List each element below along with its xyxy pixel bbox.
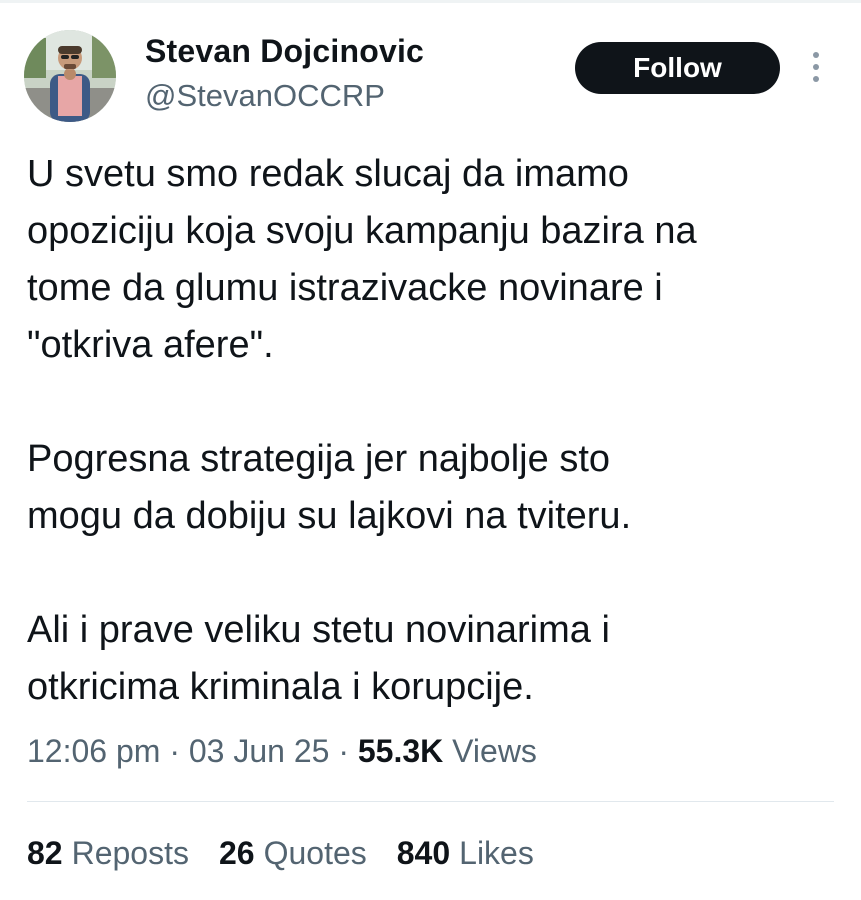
likes-stat[interactable]: 840 Likes (397, 835, 534, 872)
views-label: Views (452, 733, 537, 769)
likes-label: Likes (459, 835, 534, 871)
author-handle[interactable]: @StevanOCCRP (145, 78, 385, 114)
follow-button[interactable]: Follow (575, 42, 780, 94)
tweet-line: opoziciju koja svoju kampanju bazira na (27, 210, 697, 252)
tweet: Stevan Dojcinovic @StevanOCCRP Follow U … (0, 0, 861, 900)
more-dot (813, 52, 819, 58)
quotes-count: 26 (218, 835, 255, 871)
tweet-line: otkricima kriminala i korupcije. (27, 666, 534, 708)
reposts-stat[interactable]: 82 Reposts (27, 835, 189, 872)
tweet-line: Ali i prave veliku stetu novinarima i (27, 609, 610, 651)
tweet-line: mogu da dobiju su lajkovi na tviteru. (27, 495, 632, 537)
tweet-time[interactable]: 12:06 pm (27, 733, 160, 769)
stats-divider (27, 801, 834, 802)
more-dot (813, 64, 819, 70)
reposts-count: 82 (27, 835, 63, 871)
author-display-name[interactable]: Stevan Dojcinovic (145, 33, 424, 70)
meta-separator: · (169, 733, 189, 769)
tweet-line: "otkriva afere". (27, 324, 274, 366)
views-count: 55.3K (357, 733, 444, 769)
tweet-line: Pogresna strategija jer najbolje sto (27, 438, 611, 480)
more-dot (813, 76, 819, 82)
meta-separator: · (338, 733, 358, 769)
quotes-label: Quotes (263, 835, 367, 871)
reposts-label: Reposts (71, 835, 189, 871)
tweet-date[interactable]: 03 Jun 25 (189, 733, 330, 769)
tweet-line: U svetu smo redak slucaj da imamo (27, 153, 629, 195)
tweet-text: U svetu smo redak slucaj da imamo opozic… (27, 146, 847, 716)
tweet-line: tome da glumu istrazivacke novinare i (27, 267, 663, 309)
quotes-stat[interactable]: 26 Quotes (219, 835, 367, 872)
avatar[interactable] (24, 30, 116, 122)
likes-count: 840 (396, 835, 451, 871)
tweet-meta: 12:06 pm · 03 Jun 25 · 55.3K Views (27, 733, 537, 770)
engagement-stats: 82 Reposts 26 Quotes 840 Likes (27, 835, 564, 872)
more-vertical-icon[interactable] (804, 50, 828, 84)
